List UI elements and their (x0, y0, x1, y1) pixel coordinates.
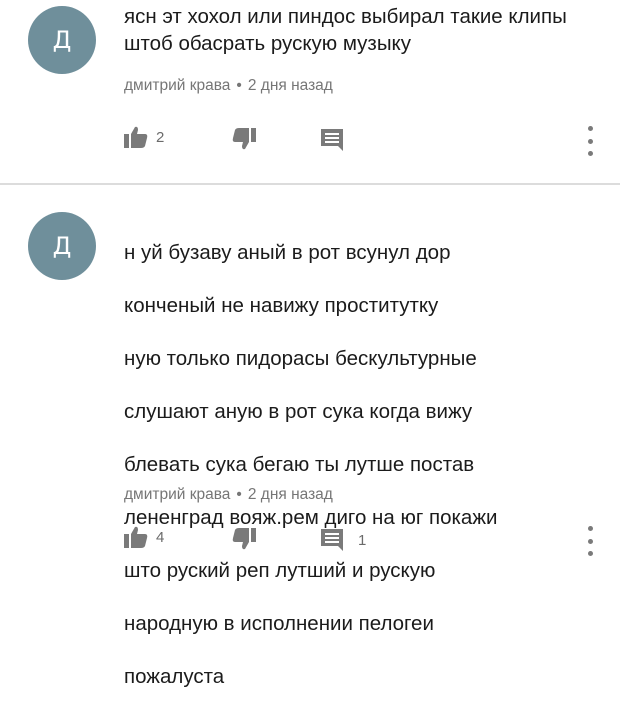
thumbs-down-icon (232, 128, 256, 150)
like-button[interactable]: 2 (124, 126, 164, 148)
like-button[interactable]: 4 (124, 526, 164, 548)
comment-item: Д н уй бузаву аный в рот всунул дор конч… (0, 186, 620, 688)
comment-text-line: пожалуста (124, 664, 225, 688)
thumbs-up-icon (124, 126, 148, 148)
avatar[interactable]: Д (28, 212, 96, 280)
reply-button[interactable] (320, 128, 358, 152)
comment-reply-icon (321, 529, 343, 551)
more-options-button[interactable] (582, 126, 598, 156)
comment-reply-icon (321, 129, 343, 151)
reply-count: 1 (358, 531, 367, 549)
comment-text-line: конченый не навижу проститутку (124, 293, 439, 317)
separator-dot: • (236, 486, 242, 503)
comment-text: н уй бузаву аный в рот всунул дор кончен… (124, 213, 600, 717)
like-count: 4 (156, 528, 165, 546)
comment-actions: 4 1 (0, 522, 620, 562)
comment-time: 2 дня назад (247, 486, 333, 503)
dislike-button[interactable] (232, 128, 256, 155)
thumbs-up-icon (124, 526, 148, 548)
comment-text-line: ную только пидорасы бескультурные (124, 346, 477, 370)
like-count: 2 (156, 128, 165, 146)
comment-text-line: слушают аную в рот сука когда вижу (124, 399, 473, 423)
author-name[interactable]: дмитрий крава (124, 77, 230, 94)
more-vertical-icon (587, 526, 593, 531)
thumbs-down-icon (232, 528, 256, 550)
comment-text-line: н уй бузаву аный в рот всунул дор (124, 240, 451, 264)
comment-text: ясн эт хохол или пиндос выбирал такие кл… (124, 5, 567, 55)
comment-meta: дмитрий крава • 2 дня назад (124, 486, 333, 504)
reply-button[interactable]: 1 (320, 528, 366, 552)
separator-dot: • (236, 77, 242, 94)
comment-text-line: блевать сука бегаю ты лутше постав (124, 452, 475, 476)
comment-actions: 2 (0, 122, 620, 162)
avatar[interactable]: Д (28, 6, 96, 74)
comment-meta: дмитрий крава • 2 дня назад (124, 77, 333, 95)
comment-item: Д ясн эт хохол или пиндос выбирал такие … (0, 0, 620, 182)
dislike-button[interactable] (232, 528, 256, 555)
more-options-button[interactable] (582, 526, 598, 556)
author-name[interactable]: дмитрий крава (124, 486, 230, 503)
comment-text-line: народную в исполнении пелогеи (124, 611, 434, 635)
more-vertical-icon (587, 126, 593, 131)
comment-time: 2 дня назад (247, 77, 333, 94)
divider (0, 183, 620, 185)
